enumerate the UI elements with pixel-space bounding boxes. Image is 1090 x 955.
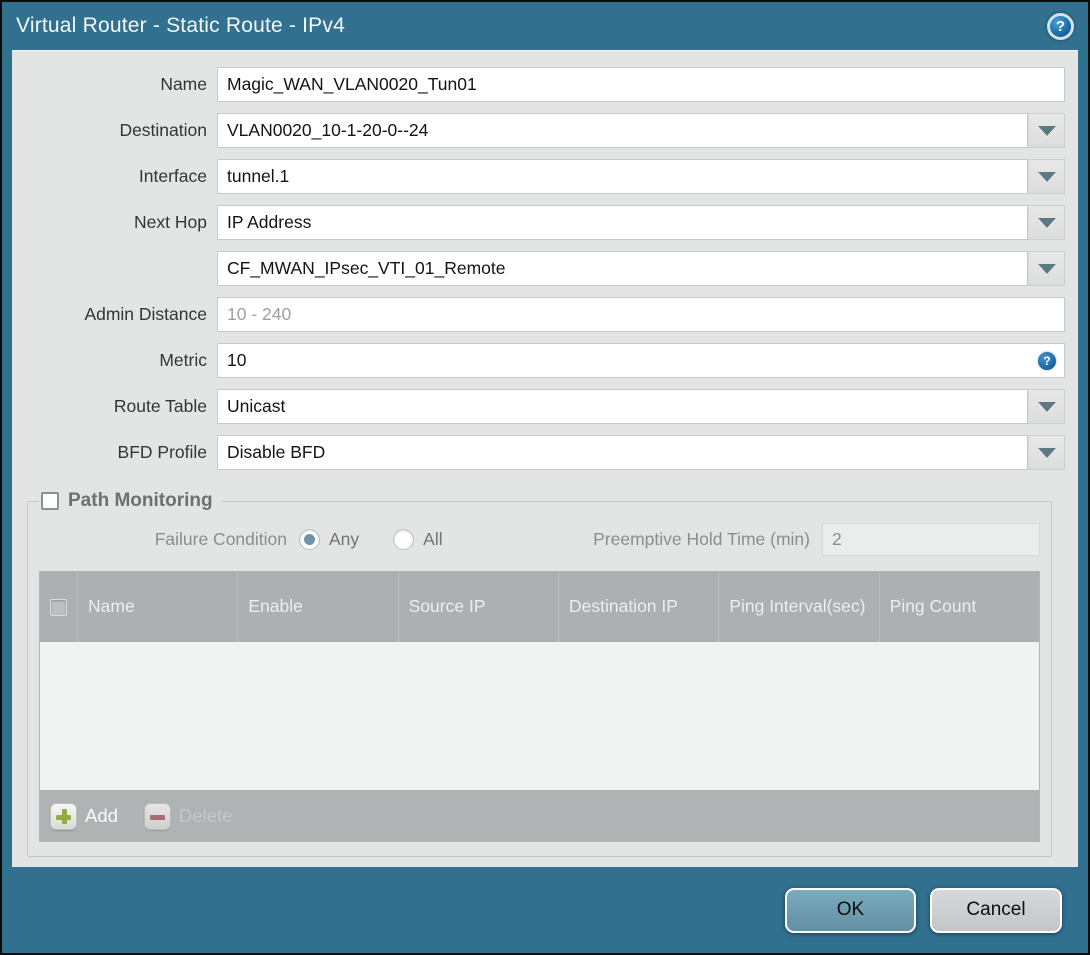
interface-dropdown-button[interactable] bbox=[1028, 159, 1065, 194]
failure-condition-row: Failure Condition Any All Preemptive Hol… bbox=[39, 522, 1040, 557]
form-row-name: Name bbox=[12, 67, 1065, 102]
path-monitoring-table: Name Enable Source IP Destination IP Pin… bbox=[39, 571, 1040, 842]
cancel-button[interactable]: Cancel bbox=[930, 887, 1062, 933]
dialog-titlebar: Virtual Router - Static Route - IPv4 ? bbox=[2, 2, 1088, 50]
ok-button[interactable]: OK bbox=[785, 887, 916, 933]
path-monitoring-legend: Path Monitoring bbox=[39, 490, 221, 512]
form-row-destination: Destination bbox=[12, 113, 1065, 148]
table-toolbar: Add Delete bbox=[40, 790, 1039, 842]
chevron-down-icon bbox=[1037, 125, 1056, 136]
preemptive-hold-input[interactable] bbox=[822, 523, 1040, 556]
destination-input[interactable] bbox=[217, 113, 1028, 148]
column-header-ping-count[interactable]: Ping Count bbox=[880, 572, 1039, 642]
name-input[interactable] bbox=[217, 67, 1065, 102]
path-monitoring-section: Path Monitoring Failure Condition Any Al… bbox=[27, 490, 1052, 857]
dialog-body: Name Destination Interface bbox=[12, 50, 1078, 867]
path-monitoring-checkbox[interactable] bbox=[41, 492, 59, 510]
route-table-label: Route Table bbox=[113, 396, 207, 416]
chevron-down-icon bbox=[1037, 401, 1056, 412]
chevron-down-icon bbox=[1037, 447, 1056, 458]
delete-minus-icon bbox=[143, 802, 171, 830]
failure-condition-any-radio[interactable] bbox=[299, 529, 320, 550]
form-row-admin-distance: Admin Distance bbox=[12, 297, 1065, 332]
column-header-ping-interval[interactable]: Ping Interval(sec) bbox=[719, 572, 880, 642]
interface-input[interactable] bbox=[217, 159, 1028, 194]
form-row-route-table: Route Table bbox=[12, 389, 1065, 424]
failure-condition-label: Failure Condition bbox=[154, 529, 287, 549]
dialog-title: Virtual Router - Static Route - IPv4 bbox=[16, 14, 345, 37]
column-header-enable[interactable]: Enable bbox=[238, 572, 399, 642]
chevron-down-icon bbox=[1037, 263, 1056, 274]
metric-input[interactable] bbox=[217, 343, 1065, 378]
add-button-label: Add bbox=[85, 805, 118, 826]
delete-button[interactable]: Delete bbox=[143, 802, 233, 830]
column-header-source-ip[interactable]: Source IP bbox=[399, 572, 559, 642]
admin-distance-input[interactable] bbox=[217, 297, 1065, 332]
bfd-profile-label: BFD Profile bbox=[117, 442, 207, 462]
table-body-empty bbox=[40, 642, 1039, 790]
form-row-bfd-profile: BFD Profile bbox=[12, 435, 1065, 470]
bfd-profile-dropdown-button[interactable] bbox=[1028, 435, 1065, 470]
add-button[interactable]: Add bbox=[50, 802, 118, 830]
chevron-down-icon bbox=[1037, 217, 1056, 228]
column-header-destination-ip[interactable]: Destination IP bbox=[559, 572, 720, 642]
destination-label: Destination bbox=[119, 120, 207, 140]
form-row-next-hop: Next Hop bbox=[12, 205, 1065, 240]
form-row-metric: Metric ? bbox=[12, 343, 1065, 378]
chevron-down-icon bbox=[1037, 171, 1056, 182]
destination-dropdown-button[interactable] bbox=[1028, 113, 1065, 148]
route-table-input[interactable] bbox=[217, 389, 1028, 424]
next-hop-type-input[interactable] bbox=[217, 205, 1028, 240]
path-monitoring-title: Path Monitoring bbox=[68, 490, 213, 511]
delete-button-label: Delete bbox=[178, 805, 233, 826]
static-route-dialog: Virtual Router - Static Route - IPv4 ? N… bbox=[0, 0, 1090, 955]
table-header-row: Name Enable Source IP Destination IP Pin… bbox=[40, 572, 1039, 642]
form-row-interface: Interface bbox=[12, 159, 1065, 194]
failure-condition-any-label: Any bbox=[329, 529, 360, 549]
next-hop-dropdown-button[interactable] bbox=[1028, 205, 1065, 240]
next-hop-label: Next Hop bbox=[134, 212, 207, 232]
admin-distance-label: Admin Distance bbox=[84, 304, 207, 324]
name-label: Name bbox=[160, 74, 207, 94]
table-header-checkbox-cell bbox=[40, 572, 78, 642]
route-table-dropdown-button[interactable] bbox=[1028, 389, 1065, 424]
help-icon[interactable]: ? bbox=[1047, 12, 1074, 40]
next-hop-address-dropdown-button[interactable] bbox=[1028, 251, 1065, 286]
preemptive-hold-group: Preemptive Hold Time (min) bbox=[593, 523, 1040, 556]
bfd-profile-input[interactable] bbox=[217, 435, 1028, 470]
form-row-next-hop-address bbox=[12, 251, 1065, 286]
preemptive-hold-label: Preemptive Hold Time (min) bbox=[593, 529, 810, 549]
interface-label: Interface bbox=[138, 166, 207, 186]
failure-condition-all-radio[interactable] bbox=[393, 529, 415, 550]
add-plus-icon bbox=[50, 802, 77, 830]
failure-condition-all-label: All bbox=[423, 529, 443, 549]
dialog-footer: OK Cancel bbox=[2, 867, 1088, 953]
metric-label: Metric bbox=[159, 350, 207, 370]
select-all-checkbox[interactable] bbox=[50, 598, 67, 616]
column-header-name[interactable]: Name bbox=[78, 572, 239, 642]
info-icon: ? bbox=[1038, 352, 1056, 370]
next-hop-address-input[interactable] bbox=[217, 251, 1028, 286]
